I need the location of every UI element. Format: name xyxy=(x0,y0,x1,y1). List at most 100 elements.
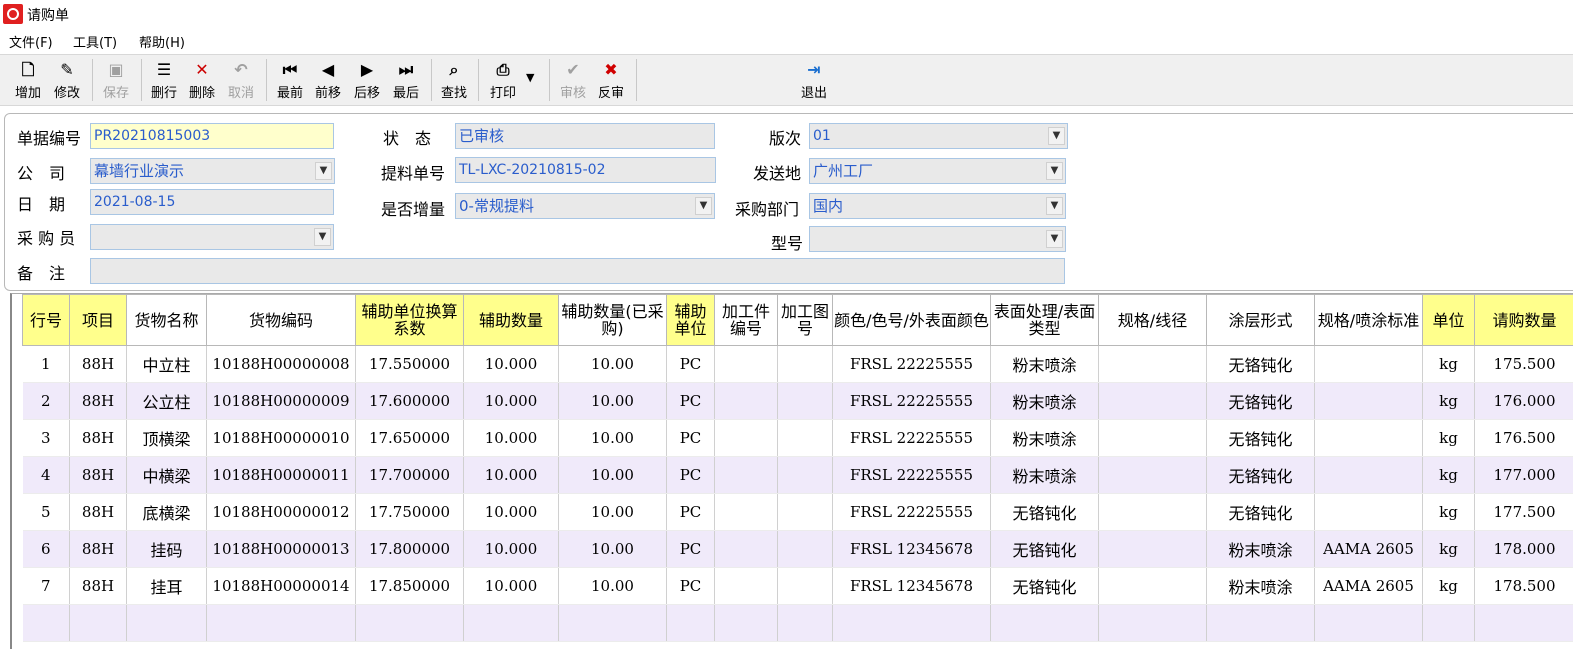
table-cell[interactable]: 10.00 xyxy=(558,419,667,457)
cancel-button[interactable]: ↶ 取消 xyxy=(224,59,258,101)
ship-select[interactable]: 广州工厂 ▼ xyxy=(809,158,1066,184)
column-header[interactable]: 请购数量 xyxy=(1474,294,1573,346)
table-cell[interactable]: 10.000 xyxy=(463,382,559,420)
table-cell[interactable]: PC xyxy=(666,419,715,457)
table-cell[interactable] xyxy=(1098,419,1207,457)
table-cell[interactable] xyxy=(1314,456,1423,494)
table-cell[interactable]: PC xyxy=(666,456,715,494)
table-cell[interactable]: 10.000 xyxy=(463,345,559,383)
table-cell[interactable] xyxy=(1098,604,1207,642)
table-cell[interactable]: 粉末喷涂 xyxy=(990,382,1099,420)
table-cell[interactable]: FRSL 22225555 xyxy=(832,493,991,531)
table-cell[interactable]: 4 xyxy=(22,456,70,494)
dept-select[interactable]: 国内 ▼ xyxy=(809,193,1066,219)
table-cell[interactable]: 无铬钝化 xyxy=(990,530,1099,568)
column-header[interactable]: 货物名称 xyxy=(126,294,207,346)
column-header[interactable]: 单位 xyxy=(1422,294,1475,346)
table-cell[interactable] xyxy=(777,456,833,494)
empty-new-row[interactable] xyxy=(22,604,1573,642)
table-row[interactable]: 5 88H 底横梁 10188H00000012 17.750000 10.000 10.0… xyxy=(22,493,1573,531)
table-cell[interactable]: 10188H00000008 xyxy=(206,345,356,383)
unreview-button[interactable]: ✖ 反审 xyxy=(594,59,628,101)
table-cell[interactable] xyxy=(126,604,207,642)
table-cell[interactable] xyxy=(1098,493,1207,531)
table-cell[interactable]: 6 xyxy=(22,530,70,568)
table-cell[interactable] xyxy=(714,530,778,568)
table-cell[interactable] xyxy=(777,604,833,642)
company-select[interactable]: 幕墙行业演示 ▼ xyxy=(90,158,335,184)
buyer-select[interactable]: ▼ xyxy=(90,224,334,250)
table-cell[interactable] xyxy=(1422,604,1475,642)
chevron-down-icon[interactable]: ▼ xyxy=(1046,197,1063,215)
column-header[interactable]: 辅助单位 xyxy=(666,294,715,346)
table-cell[interactable] xyxy=(1314,345,1423,383)
next-button[interactable]: ▶ 后移 xyxy=(350,59,384,101)
table-cell[interactable]: 88H xyxy=(69,345,127,383)
table-cell[interactable]: FRSL 22225555 xyxy=(832,382,991,420)
column-header[interactable]: 规格/喷涂标准 xyxy=(1314,294,1423,346)
table-cell[interactable] xyxy=(1314,382,1423,420)
table-cell[interactable]: FRSL 22225555 xyxy=(832,345,991,383)
table-cell[interactable]: 挂耳 xyxy=(126,567,207,605)
table-cell[interactable] xyxy=(1098,456,1207,494)
column-header[interactable]: 规格/线径 xyxy=(1098,294,1207,346)
table-cell[interactable] xyxy=(777,493,833,531)
table-cell[interactable]: 粉末喷涂 xyxy=(990,345,1099,383)
table-cell[interactable]: 10.00 xyxy=(558,567,667,605)
add-button[interactable]: 🗋 增加 xyxy=(11,59,45,101)
table-cell[interactable]: 176.500 xyxy=(1474,419,1573,457)
column-header[interactable]: 表面处理/表面类型 xyxy=(990,294,1099,346)
table-row[interactable]: 7 88H 挂耳 10188H00000014 17.850000 10.000 10.00… xyxy=(22,567,1573,605)
table-cell[interactable] xyxy=(1098,567,1207,605)
menu-help[interactable]: 帮助(H) xyxy=(139,32,185,51)
chevron-down-icon[interactable]: ▼ xyxy=(1046,162,1063,180)
table-cell[interactable]: kg xyxy=(1422,493,1475,531)
column-header[interactable]: 颜色/色号/外表面颜色 xyxy=(832,294,991,346)
table-cell[interactable] xyxy=(714,382,778,420)
table-cell[interactable] xyxy=(714,456,778,494)
chevron-down-icon[interactable]: ▼ xyxy=(1046,230,1063,248)
table-cell[interactable]: 2 xyxy=(22,382,70,420)
print-dropdown-icon[interactable]: ▼ xyxy=(526,71,534,84)
table-cell[interactable]: 无铬钝化 xyxy=(1206,382,1315,420)
table-cell[interactable] xyxy=(777,345,833,383)
first-button[interactable]: ⏮ 最前 xyxy=(273,59,307,101)
menu-file[interactable]: 文件(F) xyxy=(9,32,53,51)
table-cell[interactable]: kg xyxy=(1422,419,1475,457)
doc-no-field[interactable]: PR20210815003 xyxy=(90,123,334,149)
table-cell[interactable]: 无铬钝化 xyxy=(1206,456,1315,494)
table-cell[interactable]: PC xyxy=(666,567,715,605)
table-cell[interactable]: 175.500 xyxy=(1474,345,1573,383)
table-cell[interactable] xyxy=(990,604,1099,642)
status-field[interactable]: 已审核 xyxy=(455,123,715,149)
table-cell[interactable]: 3 xyxy=(22,419,70,457)
table-cell[interactable]: FRSL 22225555 xyxy=(832,419,991,457)
table-cell[interactable]: 177.000 xyxy=(1474,456,1573,494)
table-cell[interactable]: 1 xyxy=(22,345,70,383)
column-header[interactable]: 辅助数量(已采购) xyxy=(558,294,667,346)
table-cell[interactable]: FRSL 22225555 xyxy=(832,456,991,494)
table-cell[interactable]: 17.550000 xyxy=(355,345,464,383)
column-header[interactable]: 货物编码 xyxy=(206,294,356,346)
column-header[interactable]: 行号 xyxy=(22,294,70,346)
table-cell[interactable]: 无铬钝化 xyxy=(1206,345,1315,383)
table-cell[interactable]: 中立柱 xyxy=(126,345,207,383)
exit-button[interactable]: ⇥ 退出 xyxy=(797,59,831,101)
increase-select[interactable]: 0-常规提料 ▼ xyxy=(455,193,715,219)
table-cell[interactable] xyxy=(714,493,778,531)
table-cell[interactable] xyxy=(832,604,991,642)
table-cell[interactable]: PC xyxy=(666,345,715,383)
table-cell[interactable]: 88H xyxy=(69,567,127,605)
table-cell[interactable]: AAMA 2605 xyxy=(1314,567,1423,605)
table-cell[interactable]: 10.00 xyxy=(558,456,667,494)
table-cell[interactable]: 10188H00000012 xyxy=(206,493,356,531)
save-button[interactable]: ▣ 保存 xyxy=(99,59,133,101)
table-cell[interactable]: 公立柱 xyxy=(126,382,207,420)
pick-no-field[interactable]: TL-LXC-20210815-02 xyxy=(455,157,716,183)
table-cell[interactable]: 88H xyxy=(69,382,127,420)
chevron-down-icon[interactable]: ▼ xyxy=(314,228,331,246)
table-cell[interactable]: 10188H00000013 xyxy=(206,530,356,568)
table-cell[interactable]: 10188H00000014 xyxy=(206,567,356,605)
date-field[interactable]: 2021-08-15 xyxy=(90,189,334,215)
table-cell[interactable] xyxy=(714,419,778,457)
